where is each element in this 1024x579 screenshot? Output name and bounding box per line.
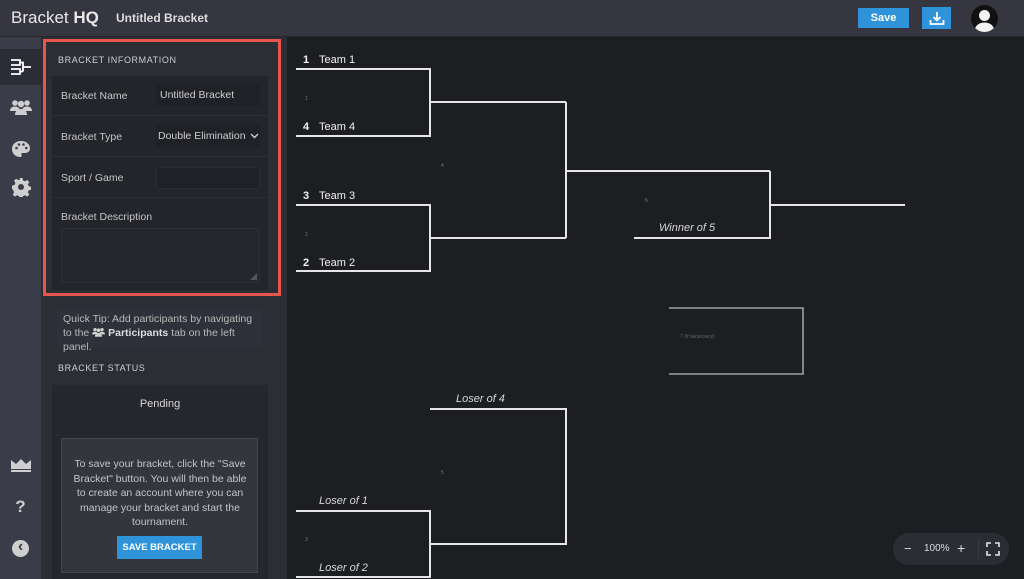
fullscreen-icon[interactable] <box>986 542 1000 556</box>
zoom-out-button[interactable]: − <box>904 541 912 556</box>
divider <box>978 539 979 559</box>
match-number: 5 <box>441 470 444 476</box>
zoom-in-button[interactable]: + <box>957 540 965 556</box>
match-4-lines <box>565 102 770 238</box>
seed-number: 2 <box>303 257 309 269</box>
bracket-diagram: 1 Team 1 4 Team 4 3 Team 3 2 Team 2 Winn… <box>296 54 905 578</box>
seed-number: 3 <box>303 190 309 202</box>
seed-number: 4 <box>303 121 310 133</box>
team-name[interactable]: Team 2 <box>319 257 355 269</box>
seed-number: 1 <box>303 54 309 66</box>
placeholder-label: Winner of 5 <box>659 222 716 234</box>
match-5-lines <box>430 408 567 545</box>
team-name[interactable]: Team 1 <box>319 54 355 66</box>
placeholder-label: Loser of 2 <box>319 562 368 574</box>
match-number: 1 <box>305 96 308 102</box>
placeholder-label: Loser of 1 <box>319 495 368 507</box>
match-number: 7 (if necessary) <box>680 334 715 340</box>
match-number: 3 <box>305 537 308 543</box>
placeholder-label: Loser of 4 <box>456 393 505 405</box>
match-7-lines <box>669 307 804 375</box>
match-number: 4 <box>441 163 444 169</box>
zoom-controls: − 100% + <box>893 533 1009 565</box>
team-name[interactable]: Team 4 <box>319 121 355 133</box>
team-name[interactable]: Team 3 <box>319 190 355 202</box>
zoom-level: 100% <box>924 543 950 554</box>
match-number: 2 <box>305 232 308 238</box>
match-number: 6 <box>645 198 648 204</box>
